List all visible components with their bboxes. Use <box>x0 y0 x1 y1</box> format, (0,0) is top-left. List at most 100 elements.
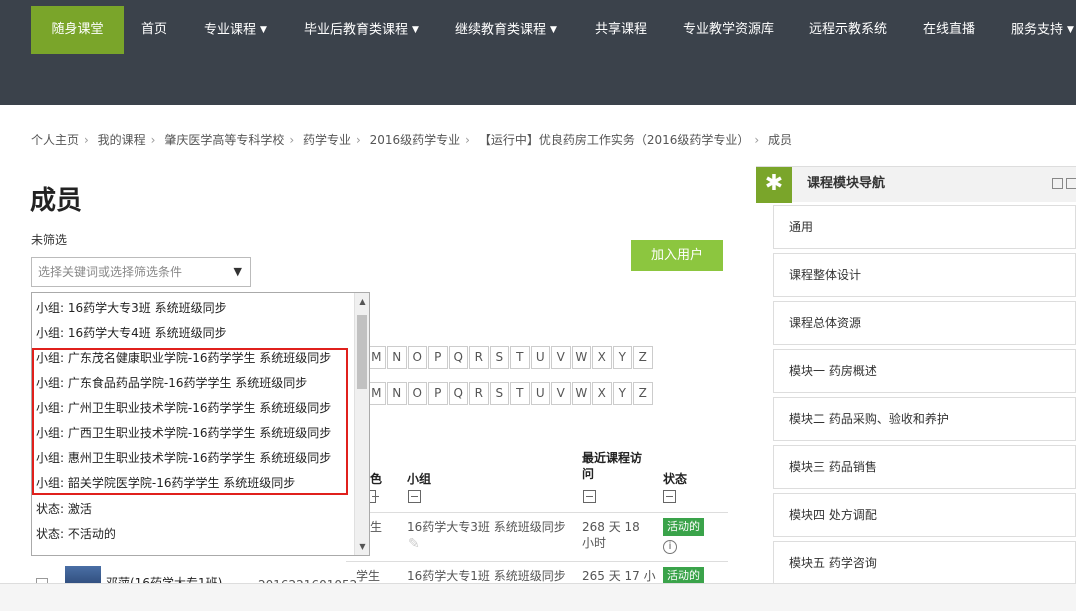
table-divider <box>346 561 728 562</box>
dropdown-option[interactable]: 状态: 激活 <box>36 497 92 522</box>
nav-item-remote-teaching[interactable]: 远程示教系统 <box>809 6 887 54</box>
nav-item-postgrad-courses[interactable]: 毕业后教育类课程 ▼ <box>304 6 419 54</box>
letter-filter-button[interactable]: Q <box>448 346 468 369</box>
row-last-access: 265 天 17 小 <box>582 569 656 583</box>
breadcrumb-separator: › <box>150 133 156 147</box>
nav-label: 在线直播 <box>923 22 976 37</box>
letter-filter-button[interactable]: Y <box>612 382 632 405</box>
dropdown-option[interactable]: 小组: 16药学大专3班 系统班级同步 <box>36 296 227 321</box>
breadcrumb-current: 成员 <box>768 133 793 147</box>
caret-down-icon: ▼ <box>260 25 267 35</box>
course-nav-item[interactable]: 模块二 药品采购、验收和养护 <box>773 397 1076 441</box>
letter-filter-button[interactable]: N <box>387 346 407 369</box>
breadcrumb-item[interactable]: 我的课程 <box>98 133 146 147</box>
letter-filter-button[interactable]: R <box>469 382 489 405</box>
add-user-button[interactable]: 加入用户 <box>631 240 723 271</box>
collapse-status-icon[interactable] <box>663 490 676 503</box>
collapse-last-access-icon[interactable] <box>583 490 596 503</box>
letter-filter-button[interactable]: X <box>592 382 612 405</box>
letter-filter-button[interactable]: V <box>551 382 571 405</box>
nav-label: 继续教育类课程 <box>455 22 547 38</box>
letter-filter-button[interactable]: U <box>530 382 550 405</box>
nav-item-shared-courses[interactable]: 共享课程 <box>595 6 647 54</box>
scroll-down-arrow-icon[interactable]: ▼ <box>355 542 369 551</box>
breadcrumb-separator: › <box>355 133 361 147</box>
letter-filter-button[interactable]: P <box>428 346 448 369</box>
course-nav-item[interactable]: 模块五 药学咨询 <box>773 541 1076 585</box>
letter-filter-button[interactable]: R <box>469 346 489 369</box>
course-nav-item[interactable]: 模块一 药房概述 <box>773 349 1076 393</box>
minimize-icon[interactable] <box>1052 178 1063 189</box>
breadcrumb-separator: › <box>465 133 470 147</box>
edit-pencil-icon[interactable]: ✎ <box>408 536 420 552</box>
column-header-last-access[interactable]: 最近课程访问 <box>582 450 652 482</box>
column-header-group[interactable]: 小组 <box>407 471 431 487</box>
nav-label: 随身课堂 <box>51 22 104 37</box>
scrollbar-thumb[interactable] <box>357 315 367 389</box>
nav-item-live[interactable]: 在线直播 <box>923 6 975 54</box>
nav-label: 服务支持 <box>1011 22 1064 38</box>
letter-filter-button[interactable]: T <box>510 346 530 369</box>
letter-filter-button[interactable]: O <box>407 382 427 405</box>
breadcrumb-separator: › <box>754 133 760 147</box>
letter-filter-button[interactable]: Z <box>633 382 653 405</box>
letter-filter-button[interactable]: W <box>571 346 591 369</box>
filter-select[interactable]: 选择关键词或选择筛选条件 ▼ <box>31 257 251 287</box>
breadcrumb-item[interactable]: 【运行中】优良药房工作实务（2016级药学专业） <box>479 133 750 147</box>
nav-item-professional-courses[interactable]: 专业课程 ▼ <box>204 6 267 54</box>
caret-down-icon: ▼ <box>412 25 419 35</box>
nav-label: 毕业后教育类课程 <box>304 22 409 38</box>
status-badge[interactable]: 活动的 <box>663 518 704 536</box>
dock-icon[interactable] <box>1066 178 1076 189</box>
breadcrumb-item[interactable]: 2016级药学专业 <box>370 133 461 147</box>
nav-label: 远程示教系统 <box>809 22 888 37</box>
column-header-status[interactable]: 状态 <box>663 471 687 487</box>
letter-filter-button[interactable]: S <box>489 382 509 405</box>
course-nav-item[interactable]: 课程整体设计 <box>773 253 1076 297</box>
course-nav-item[interactable]: 通用 <box>773 205 1076 249</box>
asterisk-icon: ✱ <box>756 167 792 203</box>
top-navbar: 随身课堂 首页 专业课程 ▼ 毕业后教育类课程 ▼ 继续教育类课程 ▼ 共享课程 专业… <box>0 0 1076 105</box>
course-nav-item[interactable]: 模块三 药品销售 <box>773 445 1076 489</box>
nav-label: 专业教学资源库 <box>683 22 775 37</box>
collapse-role-icon[interactable] <box>370 490 379 503</box>
dropdown-option[interactable]: 状态: 不活动的 <box>36 522 116 547</box>
course-nav-item[interactable]: 模块四 处方调配 <box>773 493 1076 537</box>
nav-label: 首页 <box>141 22 168 37</box>
collapse-group-icon[interactable] <box>408 490 421 503</box>
letter-filter-button[interactable]: Q <box>448 382 468 405</box>
breadcrumb: 个人主页 › 我的课程 › 肇庆医学高等专科学校 › 药学专业 › 2016级药学专业 ›… <box>31 131 792 148</box>
row-role: 生 <box>370 520 383 534</box>
nav-item-home[interactable]: 首页 <box>141 6 167 54</box>
nav-item-service-support[interactable]: 服务支持 ▼ <box>1011 6 1074 54</box>
column-header-role[interactable]: 色 <box>370 471 382 487</box>
letter-filter-button[interactable]: W <box>571 382 591 405</box>
nav-item-continuing-courses[interactable]: 继续教育类课程 ▼ <box>455 6 557 54</box>
letter-filter-button[interactable]: T <box>510 382 530 405</box>
letter-filter-button[interactable]: Y <box>612 346 632 369</box>
info-icon[interactable]: i <box>663 540 677 554</box>
bottom-scroll-bar <box>0 583 1076 611</box>
letter-filter-button[interactable]: V <box>551 346 571 369</box>
letter-filter-button[interactable]: X <box>592 346 612 369</box>
breadcrumb-item[interactable]: 肇庆医学高等专科学校 <box>164 133 284 147</box>
letter-filter-button[interactable]: Z <box>633 346 653 369</box>
breadcrumb-item[interactable]: 个人主页 <box>31 133 79 147</box>
nav-item-resource-library[interactable]: 专业教学资源库 <box>683 6 774 54</box>
dropdown-option[interactable]: 小组: 16药学大专4班 系统班级同步 <box>36 321 227 346</box>
filter-status-label: 未筛选 <box>31 233 68 247</box>
letter-filter-button[interactable]: N <box>387 382 407 405</box>
breadcrumb-item[interactable]: 药学专业 <box>303 133 351 147</box>
nav-item-mobile-class[interactable]: 随身课堂 <box>31 6 124 54</box>
nav-label: 共享课程 <box>595 22 648 37</box>
scroll-up-arrow-icon[interactable]: ▲ <box>355 297 369 306</box>
letter-filter-button[interactable]: U <box>530 346 550 369</box>
course-nav-item[interactable]: 课程总体资源 <box>773 301 1076 345</box>
letter-filter-button[interactable]: P <box>428 382 448 405</box>
letter-filter-button[interactable]: O <box>407 346 427 369</box>
filter-placeholder: 选择关键词或选择筛选条件 <box>38 265 183 279</box>
row-role: 学生 <box>356 569 381 583</box>
table-divider <box>346 512 728 513</box>
letter-filter-button[interactable]: S <box>489 346 509 369</box>
dropdown-scrollbar[interactable]: ▲ ▼ <box>354 293 369 555</box>
